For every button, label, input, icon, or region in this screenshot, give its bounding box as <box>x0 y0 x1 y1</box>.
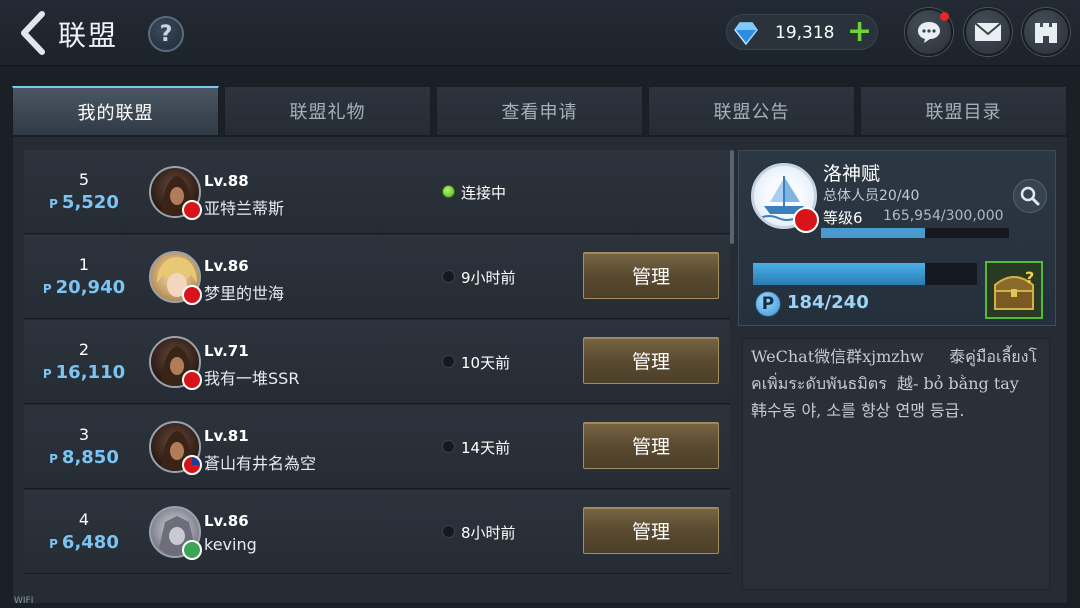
alliance-points-text: 184/240 <box>787 292 869 313</box>
online-status-icon <box>442 185 455 198</box>
points-icon: P <box>49 452 58 466</box>
member-name: 我有一堆SSR <box>204 369 300 388</box>
offline-status-icon <box>442 270 455 283</box>
tab-alliance-gifts[interactable]: 联盟礼物 <box>224 86 431 136</box>
alliance-exp-fill <box>821 228 925 238</box>
chevron-left-icon <box>21 11 45 55</box>
search-icon <box>1020 186 1040 206</box>
member-rank: 3 <box>78 425 90 444</box>
member-points-value: 20,940 <box>55 277 126 298</box>
member-name: 梦里的世海 <box>204 284 285 303</box>
tab-alliance-directory[interactable]: 联盟目录 <box>860 86 1067 136</box>
member-points: P 8,850 <box>34 447 134 468</box>
svg-text:?: ? <box>1025 268 1034 287</box>
alliance-level-value: 6 <box>853 209 863 227</box>
member-points: P 20,940 <box>34 277 134 298</box>
member-list[interactable]: 5 P 5,520 Lv.88 亚特兰蒂斯 连接中 1 P 20,940 Lv.86… <box>24 150 730 574</box>
member-points-value: 5,520 <box>61 192 119 213</box>
back-button[interactable] <box>16 10 50 56</box>
offline-status-icon <box>442 440 455 453</box>
member-name: keving <box>204 535 257 554</box>
member-rank: 2 <box>78 340 90 359</box>
china-flag-icon <box>182 370 202 390</box>
castle-button[interactable] <box>1022 8 1070 56</box>
add-gems-button[interactable]: + <box>847 16 872 48</box>
member-points: P 16,110 <box>34 362 134 383</box>
search-button[interactable] <box>1013 179 1047 213</box>
member-row[interactable]: 2 P 16,110 Lv.71 我有一堆SSR 10天前 管理 <box>24 320 730 404</box>
treasure-chest-button[interactable]: ? <box>985 261 1043 319</box>
member-row[interactable]: 5 P 5,520 Lv.88 亚特兰蒂斯 连接中 <box>24 150 730 234</box>
diamond-icon <box>734 22 758 46</box>
treasure-chest-icon: ? <box>994 268 1034 310</box>
alliance-points-bar <box>753 263 977 285</box>
alliance-name: 洛神赋 <box>823 163 881 185</box>
member-level: Lv.81 <box>204 427 249 445</box>
gem-balance: 19,318 + <box>726 14 878 50</box>
manage-button[interactable]: 管理 <box>583 337 719 384</box>
member-rank: 4 <box>78 510 90 529</box>
manage-button[interactable]: 管理 <box>583 422 719 469</box>
taiwan-flag-icon <box>182 455 202 475</box>
alliance-points-fill <box>753 263 925 285</box>
member-rank: 1 <box>78 255 90 274</box>
envelope-icon <box>974 22 1002 41</box>
member-level: Lv.71 <box>204 342 249 360</box>
points-icon: P <box>42 367 52 381</box>
alliance-level-label: 等级 <box>823 209 854 227</box>
member-level: Lv.86 <box>204 257 249 275</box>
tab-my-alliance[interactable]: 我的联盟 <box>12 86 219 136</box>
china-flag-icon <box>182 285 202 305</box>
manage-button[interactable]: 管理 <box>583 507 719 554</box>
member-status: 9小时前 <box>461 269 516 287</box>
alliance-level: 等级6 <box>823 207 863 228</box>
member-status: 连接中 <box>461 184 507 202</box>
points-icon: P <box>49 197 58 211</box>
member-status: 8小时前 <box>461 524 516 542</box>
guild-badge-icon <box>182 540 202 560</box>
gem-count: 19,318 <box>775 23 835 43</box>
page-title: 联盟 <box>58 19 119 52</box>
member-points-value: 8,850 <box>61 447 119 468</box>
castle-icon <box>1035 23 1057 43</box>
alliance-points-icon: P <box>755 291 781 317</box>
alliance-info-card: 洛神赋 总体人员20/40 等级6 165,954/300,000 P 184/… <box>738 150 1056 326</box>
top-bar: 联盟 ? 19,318 + <box>0 0 1080 66</box>
tab-alliance-notice[interactable]: 联盟公告 <box>648 86 855 136</box>
member-status: 10天前 <box>461 354 511 372</box>
offline-status-icon <box>442 525 455 538</box>
tab-view-applications[interactable]: 查看申请 <box>436 86 643 136</box>
alliance-exp-bar <box>821 228 1009 238</box>
alliance-member-count: 总体人员20/40 <box>823 188 920 204</box>
wifi-indicator: WIFI <box>14 596 34 606</box>
member-points-value: 6,480 <box>61 532 119 553</box>
member-row[interactable]: 4 P 6,480 Lv.86 keving 8小时前 管理 <box>24 490 730 574</box>
alliance-exp-text: 165,954/300,000 <box>883 208 1004 224</box>
member-name: 亚特兰蒂斯 <box>204 199 285 218</box>
member-status: 14天前 <box>461 439 511 457</box>
points-icon: P <box>42 282 52 296</box>
member-points-value: 16,110 <box>55 362 126 383</box>
mail-button[interactable] <box>964 8 1012 56</box>
member-level: Lv.88 <box>204 172 249 190</box>
chat-bubble-icon <box>918 22 940 43</box>
member-row[interactable]: 1 P 20,940 Lv.86 梦里的世海 9小时前 管理 <box>24 235 730 319</box>
points-icon: P <box>49 537 58 551</box>
member-list-scrollbar[interactable] <box>730 150 734 244</box>
china-flag-icon <box>793 207 819 233</box>
notification-dot <box>940 12 949 21</box>
offline-status-icon <box>442 355 455 368</box>
member-level: Lv.86 <box>204 512 249 530</box>
member-points: P 6,480 <box>34 532 134 553</box>
alliance-notice-text: WeChat微信群xjmzhw 泰คู่มือเลี้ยงโคเพิ่มระดั… <box>742 338 1050 590</box>
help-button[interactable]: ? <box>148 16 184 52</box>
chat-button[interactable] <box>905 8 953 56</box>
member-row[interactable]: 3 P 8,850 Lv.81 蒼山有井名為空 14天前 管理 <box>24 405 730 489</box>
member-points: P 5,520 <box>34 192 134 213</box>
manage-button[interactable]: 管理 <box>583 252 719 299</box>
china-flag-icon <box>182 200 202 220</box>
member-name: 蒼山有井名為空 <box>204 454 317 473</box>
member-rank: 5 <box>78 170 90 189</box>
